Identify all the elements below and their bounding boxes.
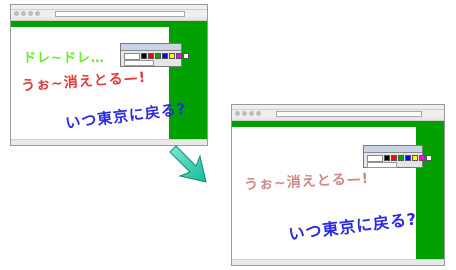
swatch-magenta[interactable] [419,155,425,161]
handwriting-line-2: いつ東京に戻る? [287,209,419,244]
swatch-blue[interactable] [405,155,411,161]
handwriting-line-1: ドレ~ドレ… [23,51,105,66]
page-content: ドレ~ドレ… うぉ~消えとる—! いつ東京に戻る? [11,21,207,139]
reload-button-icon[interactable] [249,111,254,116]
browser-window-after: うぉ~消えとる—! いつ東京に戻る? [231,104,445,266]
color-palette-window [363,145,432,168]
color-palette-window [120,43,189,67]
stop-button-icon[interactable] [35,11,40,16]
swatch-green[interactable] [398,155,404,161]
green-side-panel [169,21,207,139]
swatch-red[interactable] [148,53,154,59]
browser-window-before: ドレ~ドレ… うぉ~消えとる—! いつ東京に戻る? [10,4,208,146]
swatch-magenta[interactable] [176,53,182,59]
swatch-red[interactable] [391,155,397,161]
swatch-green[interactable] [155,53,161,59]
swatch-white[interactable] [426,155,432,161]
handwriting-line-1: うぉ~消えとる—! [243,170,370,194]
forward-button-icon[interactable] [21,11,26,16]
palette-option-field[interactable] [367,162,397,168]
palette-tool-button[interactable] [367,155,383,162]
color-swatches [141,53,189,59]
page-content: うぉ~消えとる—! いつ東京に戻る? [232,121,444,259]
swatch-yellow[interactable] [169,53,175,59]
handwriting-line-2: うぉ~消えとる—! [20,69,147,95]
palette-tool-button[interactable] [124,53,140,60]
back-button-icon[interactable] [14,11,19,16]
back-button-icon[interactable] [235,111,240,116]
swatch-black[interactable] [384,155,390,161]
palette-titlebar[interactable] [121,44,181,51]
palette-option-field[interactable] [124,60,154,66]
swatch-black[interactable] [141,53,147,59]
swatch-yellow[interactable] [412,155,418,161]
palette-titlebar[interactable] [364,146,422,153]
stop-button-icon[interactable] [256,111,261,116]
swatch-white[interactable] [183,53,189,59]
swatch-blue[interactable] [162,53,168,59]
green-side-panel [416,121,444,259]
color-swatches [384,155,432,161]
forward-button-icon[interactable] [242,111,247,116]
down-right-arrow-icon [169,145,207,183]
status-bar [232,259,444,265]
reload-button-icon[interactable] [28,11,33,16]
